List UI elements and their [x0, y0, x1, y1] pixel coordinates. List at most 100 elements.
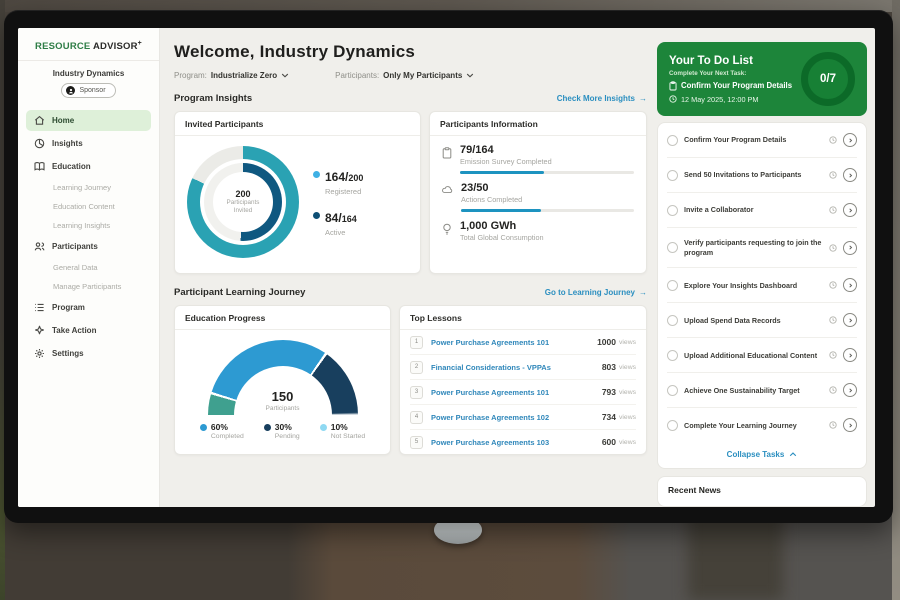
task-upload-educational-content[interactable]: Upload Additional Educational Content [667, 337, 857, 372]
chevron-down-icon [281, 73, 289, 78]
top-lessons-card-title: Top Lessons [400, 306, 646, 330]
task-checkbox[interactable] [667, 280, 678, 291]
go-to-learning-journey-link[interactable]: Go to Learning Journey → [545, 288, 647, 297]
task-checkbox[interactable] [667, 170, 678, 181]
sidebar-item-education[interactable]: Education [26, 156, 151, 177]
chevron-right-icon [847, 317, 854, 324]
education-progress-card: Education Progress 150 Participants 60% … [174, 305, 391, 455]
todo-next-task: Confirm Your Program Details [669, 81, 793, 91]
sidebar-item-settings[interactable]: Settings [26, 343, 151, 364]
task-open-button[interactable] [843, 241, 857, 255]
participants-information-card: Participants Information 79/164 Emission… [429, 111, 647, 274]
lesson-row: 5 Power Purchase Agreements 103 600 view… [410, 430, 636, 454]
task-checkbox[interactable] [667, 135, 678, 146]
sidebar-item-general-data[interactable]: General Data [26, 259, 151, 276]
program-filter-dropdown[interactable]: Industrialize Zero [211, 71, 289, 80]
task-upload-spend-data[interactable]: Upload Spend Data Records [667, 302, 857, 337]
lesson-link[interactable]: Power Purchase Agreements 102 [431, 413, 602, 422]
lesson-row: 3 Power Purchase Agreements 101 793 view… [410, 380, 636, 405]
task-checkbox[interactable] [667, 315, 678, 326]
monitor-bezel: RESOURCE ADVISOR+ Industry Dynamics Spon… [4, 10, 893, 523]
cloud-icon [442, 185, 453, 194]
sidebar-item-learning-insights[interactable]: Learning Insights [26, 217, 151, 234]
app-logo: RESOURCE ADVISOR+ [18, 36, 159, 61]
chevron-right-icon [847, 387, 854, 394]
filters-row: Program: Industrialize Zero Participants… [174, 71, 647, 80]
task-send-invitations[interactable]: Send 50 Invitations to Participants [667, 157, 857, 192]
task-checkbox[interactable] [667, 385, 678, 396]
task-achieve-sustainability-target[interactable]: Achieve One Sustainability Target [667, 372, 857, 407]
lesson-link[interactable]: Power Purchase Agreements 101 [431, 388, 602, 397]
sidebar-item-program[interactable]: Program [26, 297, 151, 318]
task-explore-insights[interactable]: Explore Your Insights Dashboard [667, 267, 857, 302]
organization-name: Industry Dynamics [18, 69, 159, 78]
sidebar-item-home[interactable]: Home [26, 110, 151, 131]
arrow-right-icon: → [639, 288, 647, 297]
lightbulb-icon [442, 223, 452, 236]
todo-progress-ring: 0/7 [801, 52, 855, 106]
education-gauge-legend: 60% Completed 30% Pending 10% Not Starte… [200, 422, 365, 440]
chevron-right-icon [847, 172, 854, 179]
top-lessons-card: Top Lessons 1 Power Purchase Agreements … [399, 305, 647, 455]
participants-icon [34, 241, 45, 252]
task-checkbox[interactable] [667, 350, 678, 361]
lesson-link[interactable]: Power Purchase Agreements 103 [431, 438, 602, 447]
lesson-row: 4 Power Purchase Agreements 102 734 view… [410, 405, 636, 430]
task-open-button[interactable] [843, 133, 857, 147]
insights-cards-row: Invited Participants 200 Participants In… [174, 111, 647, 274]
sidebar-item-manage-participants[interactable]: Manage Participants [26, 278, 151, 295]
education-gauge: 150 Participants [208, 340, 358, 415]
task-open-button[interactable] [843, 383, 857, 397]
task-open-button[interactable] [843, 168, 857, 182]
task-confirm-program-details[interactable]: Confirm Your Program Details [667, 123, 857, 157]
check-more-insights-link[interactable]: Check More Insights → [557, 94, 647, 103]
lesson-row: 1 Power Purchase Agreements 101 1000 vie… [410, 330, 636, 355]
task-open-button[interactable] [843, 418, 857, 432]
task-checkbox[interactable] [667, 205, 678, 216]
sidebar-item-take-action[interactable]: Take Action [26, 320, 151, 341]
program-insights-title: Program Insights [174, 93, 252, 104]
legend-dot [200, 424, 207, 431]
lesson-link[interactable]: Power Purchase Agreements 101 [431, 338, 597, 347]
sidebar-item-learning-journey[interactable]: Learning Journey [26, 179, 151, 196]
task-open-button[interactable] [843, 278, 857, 292]
sidebar-item-insights[interactable]: Insights [26, 133, 151, 154]
clock-icon [829, 316, 837, 324]
recent-news-title: Recent News [668, 485, 856, 495]
todo-tasks-card: Confirm Your Program Details Send 50 Inv… [657, 122, 867, 469]
learning-journey-section-header: Participant Learning Journey Go to Learn… [174, 287, 647, 298]
program-insights-section-header: Program Insights Check More Insights → [174, 93, 647, 104]
participants-filter-dropdown[interactable]: Only My Participants [383, 71, 474, 80]
lesson-rank: 3 [410, 386, 423, 399]
invited-donut-legend: 164/200 Registered 84/164 Active [313, 168, 363, 237]
clock-icon [829, 206, 837, 214]
clock-icon [829, 421, 837, 429]
info-progress-fill [460, 171, 544, 174]
task-open-button[interactable] [843, 203, 857, 217]
sponsor-badge[interactable]: Sponsor [61, 83, 115, 98]
chevron-right-icon [847, 137, 854, 144]
sponsor-badge-label: Sponsor [79, 87, 105, 94]
task-open-button[interactable] [843, 313, 857, 327]
sidebar-item-education-content[interactable]: Education Content [26, 198, 151, 215]
legend-item-completed: 60% Completed [200, 422, 244, 440]
chevron-right-icon [847, 352, 854, 359]
dashboard-screen: RESOURCE ADVISOR+ Industry Dynamics Spon… [18, 28, 875, 507]
task-open-button[interactable] [843, 348, 857, 362]
info-row-consumption: 1,000 GWh Total Global Consumption [430, 212, 646, 242]
collapse-tasks-link[interactable]: Collapse Tasks [667, 442, 857, 468]
todo-title: Your To Do List [669, 55, 793, 67]
task-verify-participants[interactable]: Verify participants requesting to join t… [667, 227, 857, 267]
clock-icon [829, 351, 837, 359]
sidebar-item-participants[interactable]: Participants [26, 236, 151, 257]
lesson-rank: 2 [410, 361, 423, 374]
lesson-link[interactable]: Financial Considerations - VPPAs [431, 363, 602, 372]
task-checkbox[interactable] [667, 242, 678, 253]
task-complete-learning-journey[interactable]: Complete Your Learning Journey [667, 407, 857, 442]
logo-primary: RESOURCE [35, 41, 90, 52]
lesson-rank: 1 [410, 336, 423, 349]
sidebar-menu: Home Insights Education Learning Journey… [18, 104, 159, 372]
task-checkbox[interactable] [667, 420, 678, 431]
task-invite-collaborator[interactable]: Invite a Collaborator [667, 192, 857, 227]
legend-item-active: 84/164 Active [313, 209, 363, 237]
